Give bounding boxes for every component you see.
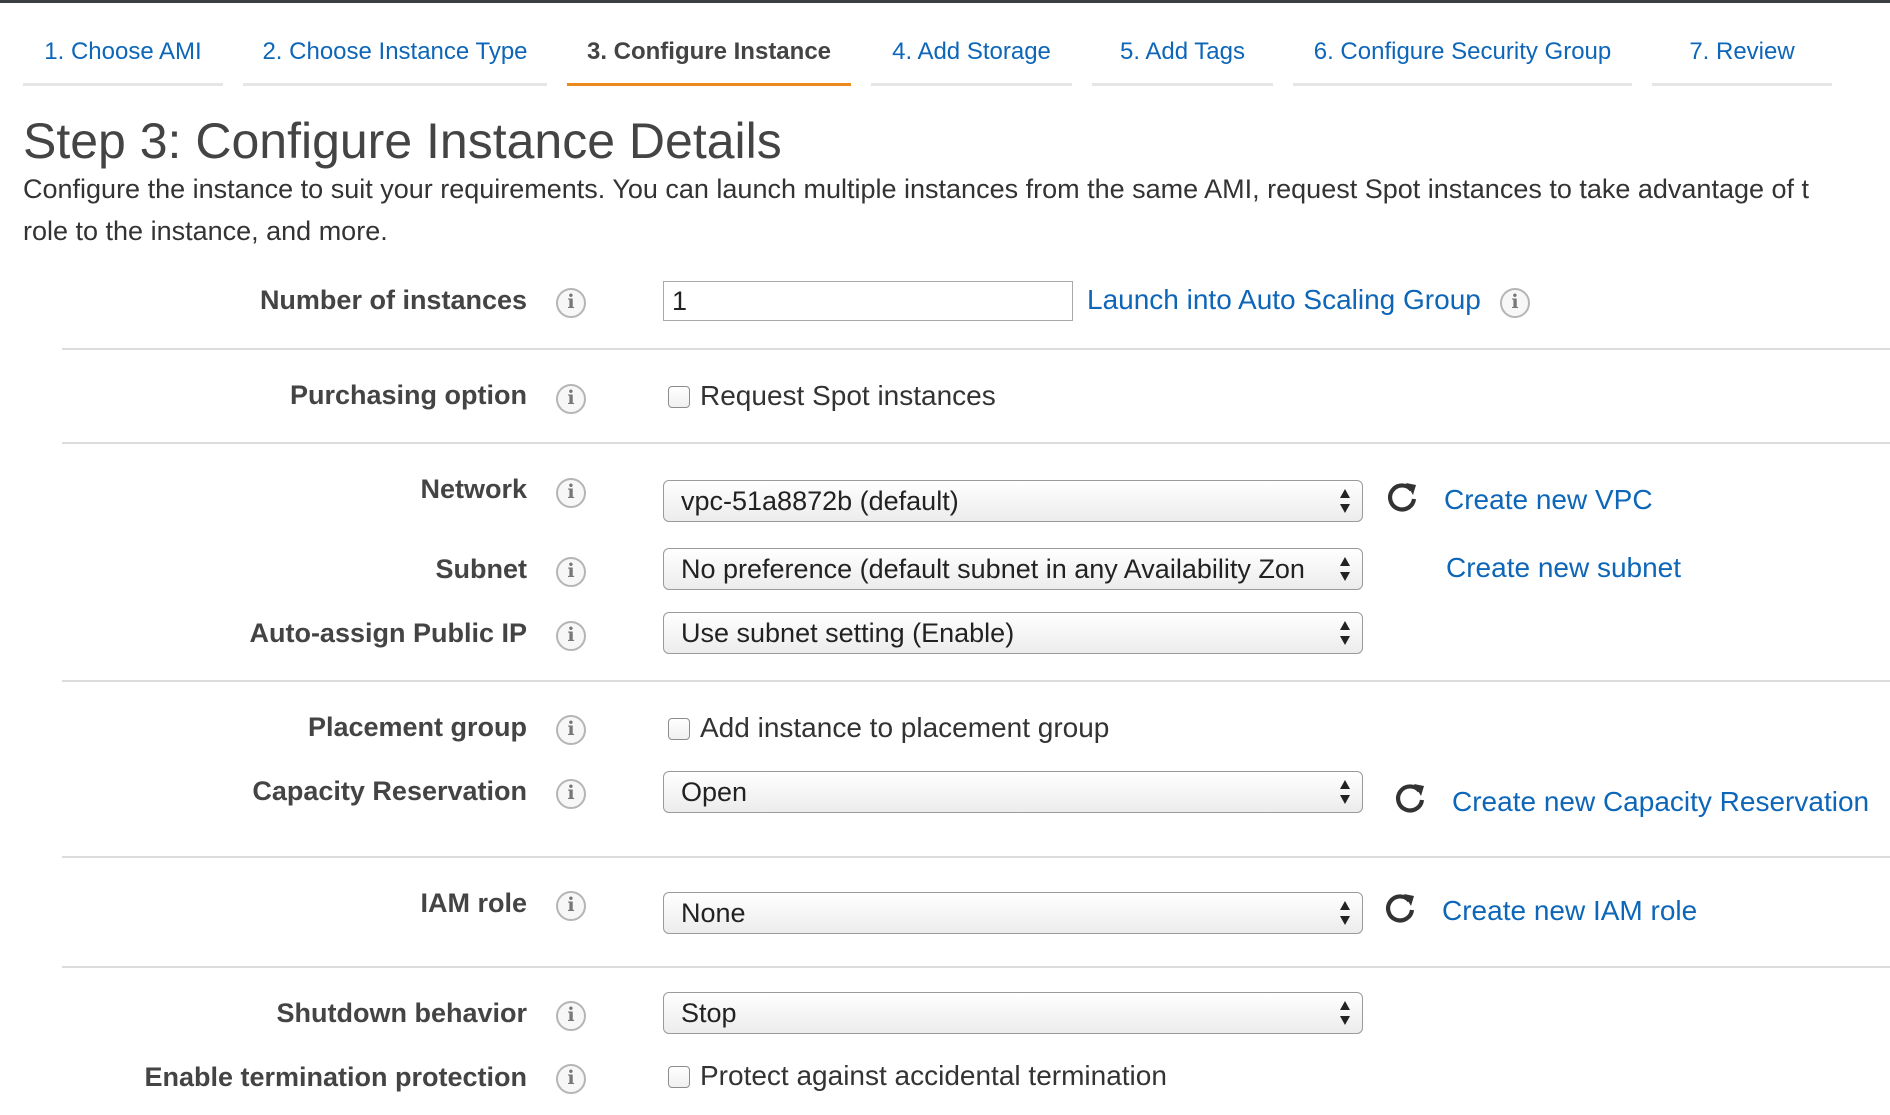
- create-new-vpc-link[interactable]: Create new VPC: [1444, 484, 1653, 516]
- auto-assign-public-ip-select[interactable]: Use subnet setting (Enable): [663, 612, 1363, 654]
- top-border: [0, 0, 1890, 3]
- info-icon[interactable]: [556, 478, 586, 508]
- tab-underline: [23, 83, 223, 86]
- info-icon[interactable]: [556, 384, 586, 414]
- tab-configure-instance[interactable]: 3. Configure Instance: [567, 28, 851, 86]
- info-icon[interactable]: [556, 891, 586, 921]
- tab-label: 3. Configure Instance: [586, 38, 832, 65]
- capacity-reservation-value: Open: [681, 777, 748, 807]
- page-description: Configure the instance to suit your requ…: [23, 168, 1883, 252]
- iam-role-label: IAM role: [420, 888, 527, 918]
- termination-protection-checkbox[interactable]: [668, 1066, 690, 1088]
- tab-choose-ami[interactable]: 1. Choose AMI: [23, 28, 223, 86]
- launch-auto-scaling-link[interactable]: Launch into Auto Scaling Group: [1087, 284, 1481, 316]
- info-icon[interactable]: [556, 779, 586, 809]
- tab-label: 5. Add Tags: [1120, 38, 1245, 65]
- auto-assign-public-ip-label: Auto-assign Public IP: [249, 618, 527, 648]
- termination-protection-label: Enable termination protection: [144, 1062, 527, 1092]
- shutdown-behavior-value: Stop: [681, 998, 737, 1028]
- page-title: Step 3: Configure Instance Details: [23, 113, 782, 169]
- capacity-reservation-select[interactable]: Open: [663, 771, 1363, 813]
- refresh-icon[interactable]: [1384, 479, 1420, 515]
- refresh-icon[interactable]: [1392, 780, 1428, 816]
- number-of-instances-input[interactable]: [663, 281, 1073, 321]
- tab-underline: [1092, 83, 1273, 86]
- iam-role-select[interactable]: None: [663, 892, 1363, 934]
- description-line: role to the instance, and more.: [23, 216, 388, 246]
- tab-underline: [871, 83, 1072, 86]
- up-down-arrows-icon: [1340, 780, 1350, 804]
- number-of-instances-label: Number of instances: [259, 285, 527, 315]
- termination-protection-checkbox-label: Protect against accidental termination: [700, 1060, 1167, 1091]
- section-divider: [62, 856, 1890, 858]
- up-down-arrows-icon: [1340, 489, 1350, 513]
- network-label: Network: [420, 474, 527, 504]
- tab-configure-security-group[interactable]: 6. Configure Security Group: [1293, 28, 1632, 86]
- up-down-arrows-icon: [1340, 621, 1350, 645]
- tab-choose-instance-type[interactable]: 2. Choose Instance Type: [243, 28, 547, 86]
- tab-label: 6. Configure Security Group: [1313, 38, 1612, 65]
- subnet-value: No preference (default subnet in any Ava…: [681, 554, 1305, 584]
- info-icon[interactable]: [556, 621, 586, 651]
- create-new-subnet-link[interactable]: Create new subnet: [1446, 552, 1681, 584]
- description-line: Configure the instance to suit your requ…: [23, 174, 1810, 204]
- section-divider: [62, 966, 1890, 968]
- create-new-iam-role-link[interactable]: Create new IAM role: [1442, 895, 1697, 927]
- tab-label: 7. Review: [1689, 38, 1795, 65]
- tab-underline: [1652, 83, 1832, 86]
- up-down-arrows-icon: [1340, 901, 1350, 925]
- placement-group-checkbox[interactable]: [668, 718, 690, 740]
- up-down-arrows-icon: [1340, 1001, 1350, 1025]
- info-icon[interactable]: [556, 1064, 586, 1094]
- network-value: vpc-51a8872b (default): [681, 486, 959, 516]
- auto-assign-public-ip-value: Use subnet setting (Enable): [681, 618, 1015, 648]
- iam-role-value: None: [681, 898, 746, 928]
- request-spot-label: Request Spot instances: [700, 380, 996, 411]
- refresh-icon[interactable]: [1382, 890, 1418, 926]
- tab-label: 2. Choose Instance Type: [262, 38, 528, 65]
- placement-group-label: Placement group: [307, 712, 527, 742]
- info-icon[interactable]: [556, 1001, 586, 1031]
- tab-review[interactable]: 7. Review: [1652, 28, 1832, 86]
- subnet-select[interactable]: No preference (default subnet in any Ava…: [663, 548, 1363, 590]
- info-icon[interactable]: [1500, 288, 1530, 318]
- tab-underline: [1293, 83, 1632, 86]
- create-new-capacity-reservation-link[interactable]: Create new Capacity Reservation: [1452, 786, 1869, 818]
- info-icon[interactable]: [556, 288, 586, 318]
- shutdown-behavior-label: Shutdown behavior: [276, 998, 527, 1028]
- placement-group-checkbox-label: Add instance to placement group: [700, 712, 1110, 743]
- tab-add-storage[interactable]: 4. Add Storage: [871, 28, 1072, 86]
- request-spot-checkbox[interactable]: [668, 386, 690, 408]
- capacity-reservation-label: Capacity Reservation: [252, 776, 527, 806]
- info-icon[interactable]: [556, 715, 586, 745]
- tab-label: 1. Choose AMI: [44, 38, 202, 65]
- up-down-arrows-icon: [1340, 557, 1350, 581]
- purchasing-option-label: Purchasing option: [289, 380, 527, 410]
- section-divider: [62, 680, 1890, 682]
- tab-add-tags[interactable]: 5. Add Tags: [1092, 28, 1273, 86]
- section-divider: [62, 348, 1890, 350]
- tab-underline: [243, 83, 547, 86]
- subnet-label: Subnet: [435, 554, 528, 584]
- tab-label: 4. Add Storage: [892, 38, 1051, 65]
- info-icon[interactable]: [556, 557, 586, 587]
- network-select[interactable]: vpc-51a8872b (default): [663, 480, 1363, 522]
- section-divider: [62, 442, 1890, 444]
- shutdown-behavior-select[interactable]: Stop: [663, 992, 1363, 1034]
- tab-underline-active: [567, 83, 851, 86]
